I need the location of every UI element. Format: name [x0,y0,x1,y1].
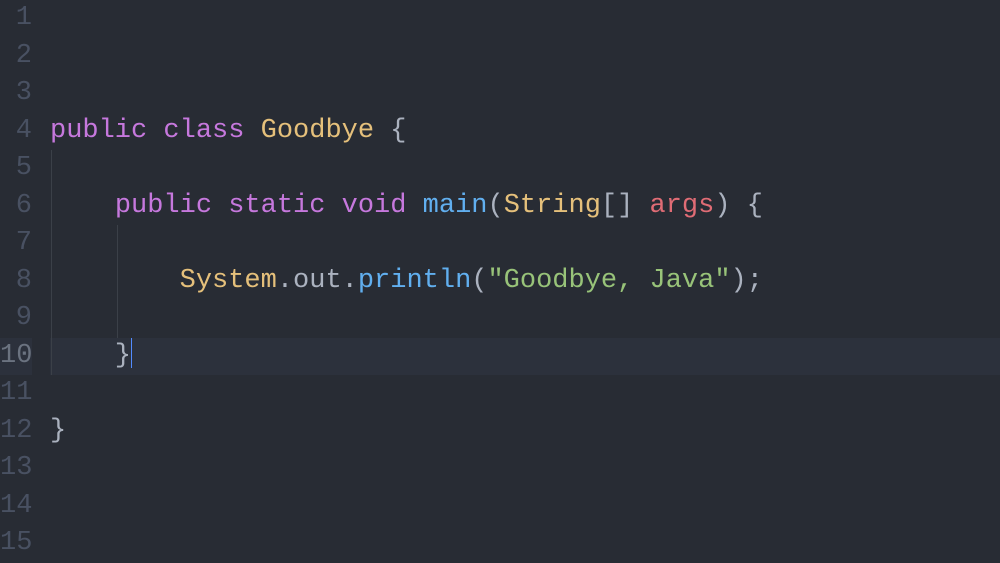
indent-guide [117,225,118,263]
indent-guide [117,300,118,338]
code-token: ( [487,191,503,221]
code-line[interactable]: } [50,338,1000,376]
code-token: { [374,116,406,146]
line-number: 2 [0,38,32,76]
indent-guide [51,188,52,226]
code-token [325,191,341,221]
code-token: ) { [714,191,763,221]
code-token: } [50,341,131,371]
code-area[interactable]: public class Goodbye { public static voi… [42,0,1000,563]
line-number: 9 [0,300,32,338]
code-line[interactable] [50,0,1000,38]
line-number: 6 [0,188,32,226]
code-token: ); [731,266,763,296]
code-line[interactable] [50,450,1000,488]
code-token: args [650,191,715,221]
code-token: } [50,416,66,446]
line-number: 10 [0,338,32,376]
code-line[interactable] [50,150,1000,188]
code-token: println [358,266,471,296]
code-token: public [50,116,147,146]
code-line[interactable] [50,38,1000,76]
line-number-gutter: 123456789101112131415 [0,0,42,563]
code-token [212,191,228,221]
code-line[interactable]: public static void main(String[] args) { [50,188,1000,226]
code-line[interactable] [50,488,1000,526]
code-line[interactable]: System.out.println("Goodbye, Java"); [50,263,1000,301]
indent-guide [51,263,52,301]
code-token: public [115,191,212,221]
code-editor[interactable]: 123456789101112131415 public class Goodb… [0,0,1000,563]
code-token: main [423,191,488,221]
code-token: out [293,266,342,296]
code-token [244,116,260,146]
code-line[interactable] [50,300,1000,338]
text-cursor [131,338,132,368]
code-line[interactable]: public class Goodbye { [50,113,1000,151]
code-token: "Goodbye, Java" [487,266,730,296]
line-number: 4 [0,113,32,151]
line-number: 8 [0,263,32,301]
indent-guide [51,300,52,338]
code-line[interactable] [50,525,1000,563]
code-line[interactable]: } [50,413,1000,451]
line-number: 11 [0,375,32,413]
code-token: Goodbye [261,116,374,146]
indent-guide [51,225,52,263]
code-token: . [277,266,293,296]
indent-guide [51,338,52,376]
line-number: 5 [0,150,32,188]
code-token [50,191,115,221]
code-line[interactable] [50,225,1000,263]
code-token: ( [471,266,487,296]
code-token: static [228,191,325,221]
code-token: class [163,116,244,146]
line-number: 7 [0,225,32,263]
code-token [50,266,180,296]
code-line[interactable] [50,75,1000,113]
code-token: void [342,191,407,221]
code-token [406,191,422,221]
indent-guide [51,150,52,188]
code-token: System [180,266,277,296]
code-token: String [504,191,601,221]
line-number: 12 [0,413,32,451]
code-token: [] [601,191,650,221]
code-line[interactable] [50,375,1000,413]
code-token: . [342,266,358,296]
line-number: 15 [0,525,32,563]
line-number: 14 [0,488,32,526]
indent-guide [117,263,118,301]
line-number: 1 [0,0,32,38]
line-number: 3 [0,75,32,113]
line-number: 13 [0,450,32,488]
code-token [147,116,163,146]
